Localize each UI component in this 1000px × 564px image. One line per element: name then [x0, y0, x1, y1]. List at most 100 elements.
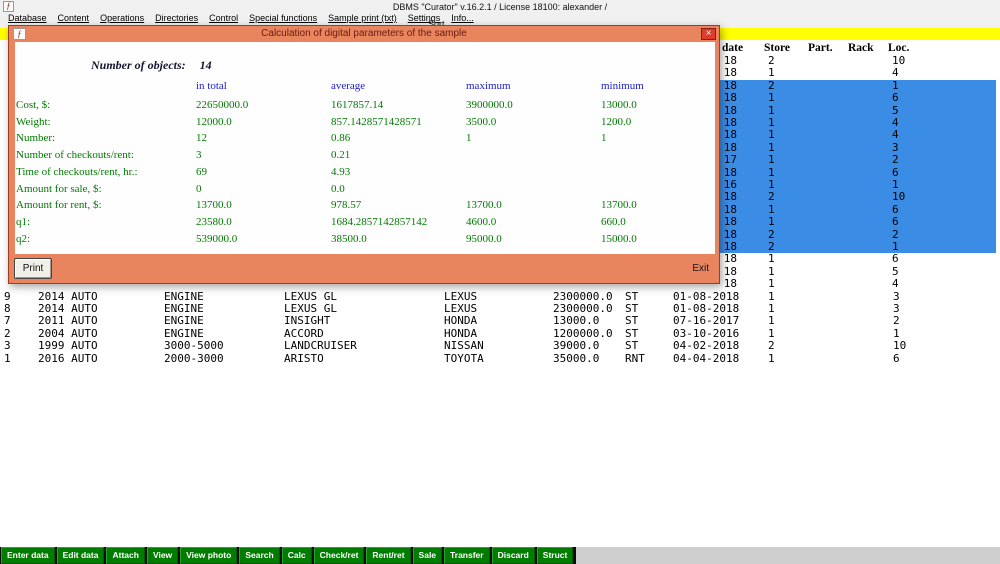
toolbar-button-calc[interactable]: Calc	[281, 546, 312, 564]
table-row-partial[interactable]: 16 1 1	[720, 178, 996, 192]
stat-value: 15000.0	[601, 232, 637, 245]
toolbar-button-sale[interactable]: Sale	[412, 546, 443, 564]
cell-store: 1	[768, 264, 775, 278]
toolbar-button-check-ret[interactable]: Check/ret	[313, 546, 365, 564]
cell-store: 1	[768, 215, 775, 229]
cell-category: 3000-5000	[164, 339, 224, 353]
cell-year-type: 2011 AUTO	[38, 314, 98, 328]
table-row[interactable]: 8 2014 AUTO ENGINE LEXUS GL LEXUS 2300000.0 ST…	[0, 303, 1000, 315]
cell-date-fragment: 18	[723, 91, 737, 105]
cell-store: 2	[768, 240, 775, 253]
toolbar-button-attach[interactable]: Attach	[106, 546, 145, 564]
stat-value: 69	[196, 165, 207, 178]
table-row-partial[interactable]: 18 2 1	[720, 78, 996, 93]
toolbar-button-rent-ret[interactable]: Rent/ret	[366, 546, 411, 564]
table-row-partial[interactable]: 18 2 2	[720, 227, 996, 241]
table-row-partial[interactable]: 18 1 5	[720, 264, 996, 278]
cell-date-fragment: 18	[723, 140, 737, 154]
cell-loc: 6	[892, 165, 899, 179]
cell-brand: NISSAN	[444, 339, 484, 353]
cell-loc: 10	[893, 339, 907, 353]
table-row-partial[interactable]: 18 1 6	[720, 91, 996, 105]
cell-id: 9	[4, 289, 11, 303]
cell-year-type: 2014 AUTO	[38, 302, 98, 315]
cell-model: LEXUS GL	[284, 289, 337, 303]
cell-status: ST	[625, 314, 639, 328]
stat-value: 23580.0	[196, 215, 232, 228]
toolbar-button-edit-data[interactable]: Edit data	[56, 546, 105, 564]
cell-date-fragment: 18	[723, 202, 737, 216]
cell-store: 1	[768, 351, 775, 365]
toolbar-button-view[interactable]: View	[146, 546, 179, 564]
stat-value: 13700.0	[466, 199, 502, 212]
table-row[interactable]: 1 2016 AUTO 2000-3000 ARISTO TOYOTA 35000.0 RN…	[0, 351, 1000, 365]
print-button[interactable]: Print	[14, 258, 52, 279]
cell-date-fragment: 18	[723, 277, 737, 291]
table-row-partial[interactable]: 18 1 6	[720, 253, 996, 265]
toolbar-button-search[interactable]: Search	[239, 546, 280, 564]
stat-row-label: q1:	[16, 215, 31, 228]
toolbar-button-enter-data[interactable]: Enter data	[1, 546, 55, 564]
stat-value: 4600.0	[466, 215, 497, 228]
stat-value: 0.86	[331, 132, 351, 145]
cell-date-fragment: 16	[723, 178, 737, 191]
cell-loc: 3	[893, 302, 900, 315]
cell-brand: LEXUS	[444, 302, 478, 315]
table-row-partial[interactable]: 18 2 10	[720, 55, 996, 67]
cell-loc: 6	[892, 215, 899, 229]
cell-store: 1	[768, 91, 775, 105]
cell-status: ST	[625, 289, 639, 303]
dialog-titlebar[interactable]: ƒ Calculation of digital parameters of t…	[9, 26, 719, 42]
cell-date-fragment: 18	[723, 227, 737, 241]
table-row[interactable]: 2 2004 AUTO ENGINE ACCORD HONDA 1200000.0 ST 03…	[0, 326, 1000, 340]
table-row-partial[interactable]: 18 2 1	[720, 240, 996, 254]
table-row[interactable]: 7 2011 AUTO ENGINE INSIGHT HONDA 13000.0 ST 07-…	[0, 315, 1000, 327]
table-row-partial[interactable]: 18 1 6	[720, 165, 996, 179]
exit-button[interactable]: Exit	[692, 263, 709, 274]
stat-value: 1	[466, 132, 472, 145]
cell-loc: 2	[892, 153, 899, 167]
toolbar-button-transfer[interactable]: Transfer	[444, 546, 490, 564]
table-row-partial[interactable]: 18 1 4	[720, 128, 996, 142]
table-row-partial[interactable]: 18 1 4	[720, 278, 996, 290]
toolbar-button-view-photo[interactable]: View photo	[180, 546, 238, 564]
close-icon[interactable]: ×	[701, 28, 716, 40]
table-row-partial[interactable]: 18 1 6	[720, 202, 996, 217]
cell-loc: 6	[893, 351, 900, 365]
stat-column-in-total: in total	[196, 80, 227, 92]
cell-price: 1200000.0	[553, 326, 613, 340]
stat-value: 1684.2857142857142	[331, 215, 428, 228]
table-row-partial[interactable]: 18 1 6	[720, 215, 996, 229]
table-row[interactable]: 9 2014 AUTO ENGINE LEXUS GL LEXUS 2300000.0 ST…	[0, 289, 1000, 303]
stat-value: 12000.0	[196, 115, 232, 128]
cell-status: ST	[625, 339, 639, 353]
cell-date: 04-02-2018	[673, 339, 740, 353]
cell-category: ENGINE	[164, 326, 204, 340]
table-row[interactable]: 3 1999 AUTO 3000-5000 LANDCRUISER NISSAN 3900…	[0, 340, 1000, 352]
cell-loc: 1	[893, 326, 900, 340]
cell-store: 1	[768, 277, 775, 291]
toolbar-button-discard[interactable]: Discard	[491, 546, 535, 564]
stat-row-label: q2:	[16, 232, 31, 245]
cell-loc: 4	[892, 66, 899, 80]
cell-store: 1	[768, 326, 775, 340]
cell-id: 7	[4, 314, 11, 328]
table-row-partial[interactable]: 18 1 3	[720, 140, 996, 155]
cell-store: 2	[768, 78, 775, 92]
cell-date-fragment: 18	[723, 128, 737, 142]
cell-brand: LEXUS	[444, 289, 478, 303]
table-row-partial[interactable]: 18 1 4	[720, 117, 996, 130]
cell-loc: 5	[892, 264, 899, 278]
table-row-partial[interactable]: 18 2 10	[720, 191, 996, 204]
dialog-title: Calculation of digital parameters of the…	[261, 28, 467, 39]
stat-row-label: Cost, $:	[16, 99, 51, 111]
cell-model: LEXUS GL	[284, 302, 337, 315]
table-row-partial[interactable]: 18 1 5	[720, 104, 996, 117]
table-row-partial[interactable]: 17 1 2	[720, 153, 996, 167]
table-row-partial[interactable]: 18 1 4	[720, 67, 996, 79]
cell-store: 1	[768, 128, 775, 142]
cell-category: ENGINE	[164, 302, 204, 315]
cell-date: 01-08-2018	[673, 289, 740, 303]
toolbar-button-struct[interactable]: Struct	[536, 546, 574, 564]
cell-date-fragment: 18	[723, 215, 737, 229]
